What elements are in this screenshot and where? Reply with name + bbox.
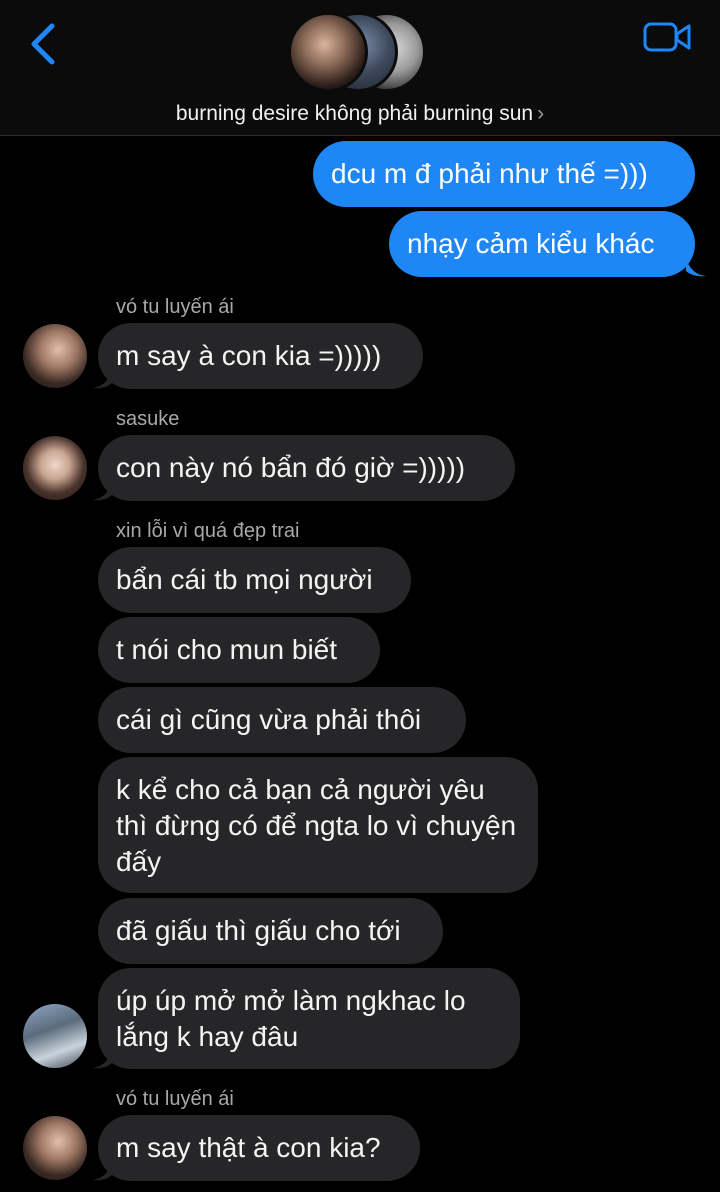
avatar[interactable] bbox=[23, 324, 87, 388]
member-avatar bbox=[288, 12, 368, 92]
message-text: m say à con kia =))))) bbox=[116, 340, 382, 371]
bubble-tail bbox=[92, 483, 112, 501]
sender-name: sasuke bbox=[116, 408, 180, 430]
avatar[interactable] bbox=[23, 1116, 87, 1180]
message-text: nhạy cảm kiểu khác bbox=[407, 228, 655, 259]
message-bubble-incoming[interactable]: đã giấu thì giấu cho tới bbox=[98, 898, 443, 964]
avatar[interactable] bbox=[23, 436, 87, 500]
message-text: t nói cho mun biết bbox=[116, 634, 338, 665]
message-bubble-outgoing[interactable]: dcu m đ phải như thế =))) bbox=[313, 141, 695, 207]
message-text: đã giấu thì giấu cho tới bbox=[116, 915, 401, 946]
message-text: con này nó bẩn đó giờ =))))) bbox=[116, 452, 466, 483]
message-bubble-incoming[interactable]: k kể cho cả bạn cả người yêu thì đừng có… bbox=[98, 757, 538, 893]
message-text: k kể cho cả bạn cả người yêu thì đừng có… bbox=[116, 774, 517, 877]
bubble-tail bbox=[92, 1163, 112, 1181]
message-text: úp úp mở mở làm ngkhac lo lắng k hay đâu bbox=[116, 985, 466, 1052]
bubble-tail bbox=[92, 371, 112, 389]
message-bubble-incoming[interactable]: m say à con kia =))))) bbox=[98, 323, 423, 389]
sender-name: xin lỗi vì quá đẹp trai bbox=[116, 520, 300, 542]
group-name-button[interactable]: burning desire không phải burning sun › bbox=[0, 102, 720, 126]
message-text: dcu m đ phải như thế =))) bbox=[331, 158, 648, 189]
chevron-left-icon[interactable] bbox=[26, 22, 60, 66]
bubble-tail bbox=[92, 1051, 112, 1069]
avatar[interactable] bbox=[23, 1004, 87, 1068]
bubble-tail bbox=[686, 259, 706, 277]
video-camera-icon[interactable] bbox=[642, 20, 692, 54]
message-bubble-incoming[interactable]: m say thật à con kia? bbox=[98, 1115, 420, 1181]
message-bubble-incoming[interactable]: úp úp mở mở làm ngkhac lo lắng k hay đâu bbox=[98, 968, 520, 1069]
sender-name: vó tu luyến ái bbox=[116, 296, 234, 318]
message-bubble-incoming[interactable]: con này nó bẩn đó giờ =))))) bbox=[98, 435, 515, 501]
chat-header: burning desire không phải burning sun › bbox=[0, 0, 720, 136]
message-bubble-outgoing[interactable]: nhạy cảm kiểu khác bbox=[389, 211, 695, 277]
message-bubble-incoming[interactable]: bẩn cái tb mọi người bbox=[98, 547, 411, 613]
group-avatar-stack[interactable] bbox=[288, 12, 433, 94]
message-bubble-incoming[interactable]: cái gì cũng vừa phải thôi bbox=[98, 687, 466, 753]
group-name: burning desire không phải burning sun bbox=[175, 102, 534, 125]
message-text: bẩn cái tb mọi người bbox=[116, 564, 373, 595]
sender-name: vó tu luyến ái bbox=[116, 1088, 234, 1110]
chevron-right-icon: › bbox=[537, 102, 545, 125]
message-bubble-incoming[interactable]: t nói cho mun biết bbox=[98, 617, 380, 683]
message-text: m say thật à con kia? bbox=[116, 1132, 381, 1163]
message-text: cái gì cũng vừa phải thôi bbox=[116, 704, 422, 735]
